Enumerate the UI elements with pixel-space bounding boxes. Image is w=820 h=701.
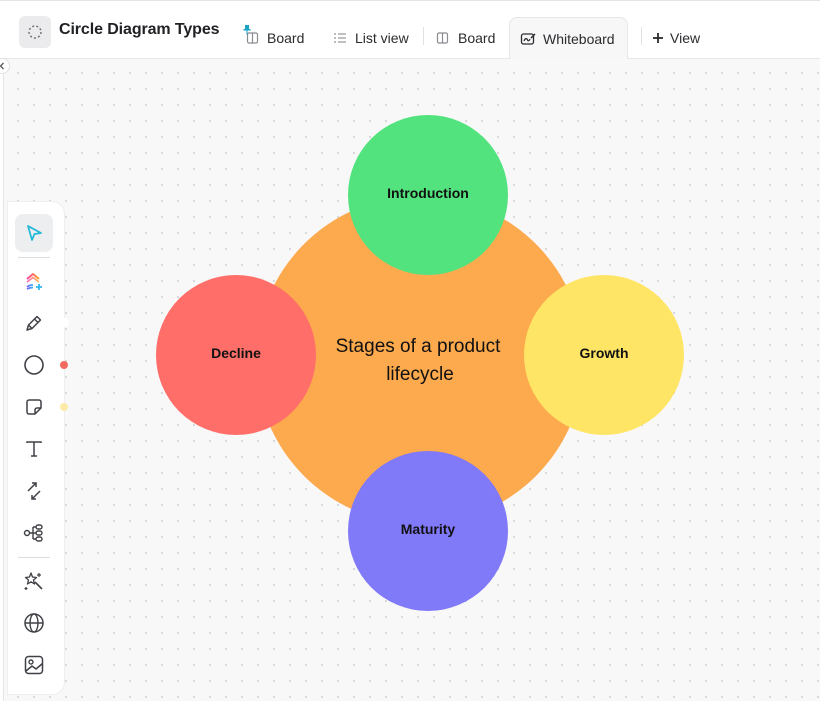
add-view-label: View: [670, 30, 701, 46]
image-tool[interactable]: [15, 646, 53, 684]
center-label-line1: Stages of a product: [336, 336, 501, 357]
mind-map-icon: [23, 524, 43, 542]
pen-color-indicator[interactable]: [60, 318, 69, 327]
text-icon: [26, 441, 42, 457]
tab-divider: [641, 27, 642, 45]
text-tool[interactable]: [15, 430, 53, 468]
connector-tool[interactable]: [15, 472, 53, 510]
tab-list-view[interactable]: List view: [332, 17, 409, 59]
dashed-circle-icon: [28, 25, 42, 39]
tab-divider: [423, 27, 424, 45]
board-icon: [435, 30, 451, 46]
project-icon[interactable]: [19, 16, 51, 48]
tab-label: Whiteboard: [543, 30, 615, 47]
cursor-icon: [27, 225, 42, 241]
stage-growth-label: Growth: [580, 345, 629, 361]
stage-maturity-label: Maturity: [401, 521, 456, 537]
mind-map-tool[interactable]: [15, 514, 53, 552]
embed-tool[interactable]: [15, 604, 53, 642]
image-icon: [24, 655, 44, 675]
whiteboard-canvas[interactable]: Stages of a product lifecycle Introducti…: [3, 59, 820, 701]
top-bar: Circle Diagram Types Board List view Boa…: [0, 0, 820, 59]
board-icon: [243, 25, 260, 46]
tab-label: List view: [355, 30, 409, 46]
toolbar-divider: [18, 257, 50, 258]
circle-icon: [24, 355, 44, 375]
tab-whiteboard[interactable]: Whiteboard: [509, 17, 628, 59]
sticky-color-indicator[interactable]: [60, 403, 68, 411]
globe-icon: [24, 613, 44, 633]
tab-board[interactable]: Board: [435, 17, 495, 59]
sticky-note-tool[interactable]: [15, 388, 53, 426]
center-label-line2: lifecycle: [386, 364, 454, 385]
plus-icon: [652, 30, 664, 46]
select-tool[interactable]: [15, 214, 53, 252]
tab-label: Board: [267, 30, 305, 46]
list-icon: [332, 30, 348, 46]
pen-tool[interactable]: [15, 304, 53, 342]
stage-introduction-label: Introduction: [387, 185, 469, 201]
ai-tool[interactable]: [15, 262, 53, 300]
clickup-ai-icon: [26, 273, 42, 290]
shape-color-indicator[interactable]: [60, 361, 68, 369]
toolbar-divider: [18, 557, 50, 558]
pen-icon: [26, 315, 42, 331]
pin-icon: [243, 25, 251, 35]
add-view-button[interactable]: View: [652, 17, 700, 59]
whiteboard-icon: [520, 31, 536, 47]
chevron-left-icon: [0, 62, 4, 70]
stage-decline-label: Decline: [211, 345, 261, 361]
connector-arrows-icon: [27, 482, 41, 500]
diagram: Stages of a product lifecycle Introducti…: [156, 115, 684, 611]
tab-board-pinned[interactable]: Board: [243, 17, 305, 59]
magic-tool[interactable]: [15, 562, 53, 600]
shape-tool[interactable]: [15, 346, 53, 384]
sticky-note-icon: [26, 399, 42, 415]
tab-label: Board: [458, 30, 496, 46]
whiteboard-toolbar: [8, 202, 64, 694]
project-title: Circle Diagram Types: [59, 21, 220, 38]
sparkles-wand-icon: [24, 572, 43, 590]
